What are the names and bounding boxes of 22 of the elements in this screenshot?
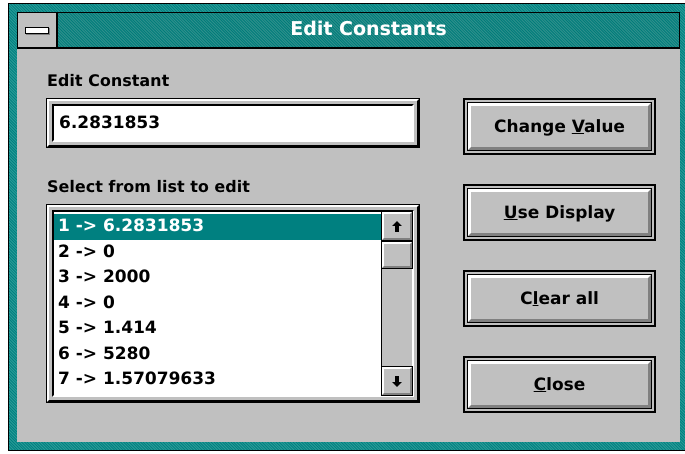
list-item[interactable]: 6 -> 5280 — [54, 342, 381, 367]
scroll-up-button[interactable] — [382, 212, 412, 240]
dialog-button[interactable]: Use Display — [468, 189, 651, 236]
up-arrow-icon — [392, 220, 402, 232]
scroll-thumb[interactable] — [382, 242, 412, 268]
list-item[interactable]: 1 -> 6.2831853 — [54, 214, 381, 240]
scroll-down-button[interactable] — [382, 367, 412, 395]
list-item[interactable]: 7 -> 1.57079633 — [54, 367, 381, 392]
list-item[interactable]: 3 -> 2000 — [54, 265, 381, 290]
window-title: Edit Constants — [289, 17, 448, 42]
list-item[interactable]: 2 -> 0 — [54, 240, 381, 265]
list-label: Select from list to edit — [47, 177, 251, 196]
constant-input-field[interactable]: 6.2831853 — [52, 104, 414, 142]
list-item[interactable]: 4 -> 0 — [54, 290, 381, 316]
dialog-button[interactable]: Close — [468, 361, 651, 408]
system-menu-button[interactable] — [18, 13, 58, 47]
down-arrow-icon — [392, 376, 402, 386]
list-item[interactable]: 5 -> 1.414 — [54, 316, 381, 342]
dialog-button[interactable]: Change Value — [468, 103, 651, 150]
field-label: Edit Constant — [47, 71, 170, 90]
constants-list[interactable]: 1 -> 6.2831853 2 -> 0 3 -> 2000 4 -> 0 5 -> 1.414 6 -> 5280 7 -> 1.57079633 — [52, 210, 414, 397]
dialog-button[interactable]: Clear all — [468, 275, 651, 322]
